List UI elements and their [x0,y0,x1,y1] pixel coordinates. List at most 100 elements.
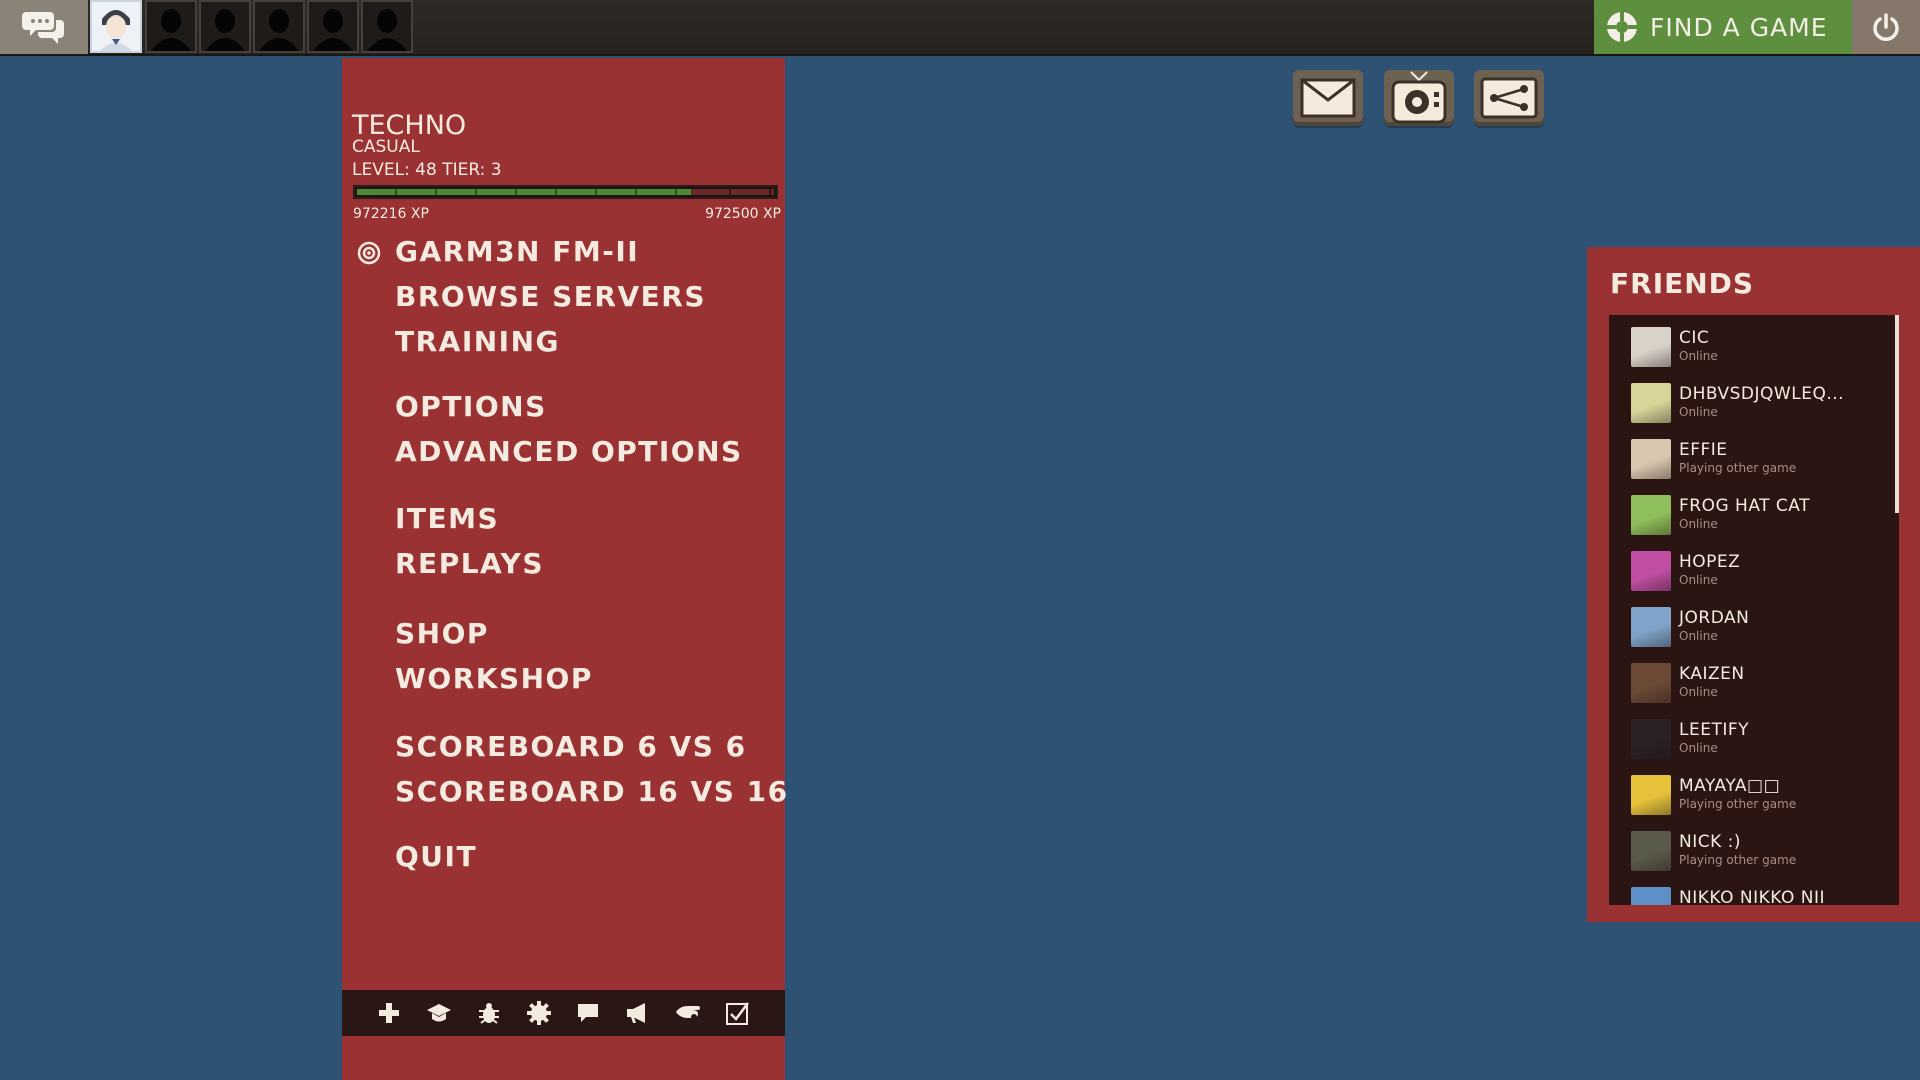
menu-bottom-toolbar [342,990,785,1036]
friend-item[interactable]: LEETIFY Online [1631,719,1881,763]
megaphone-icon[interactable] [623,998,653,1028]
player-level: LEVEL: 48 TIER: 3 [352,160,502,180]
friend-name: KAIZEN [1679,664,1745,684]
friend-avatar [1631,775,1671,815]
friend-item[interactable]: KAIZEN Online [1631,663,1881,707]
friend-avatar [1631,887,1671,905]
friend-status: Online [1679,573,1718,587]
friend-status: Online [1679,405,1718,419]
friend-item[interactable]: EFFIE Playing other game [1631,439,1881,483]
friend-status: Online [1679,517,1718,531]
friend-status: Playing other game [1679,461,1797,475]
network-button[interactable] [1474,70,1544,126]
friend-status: Online [1679,685,1718,699]
silhouette-icon [367,9,407,51]
chat-bubbles-icon [22,12,64,44]
xp-progress-bar [353,185,778,199]
player-mode: CASUAL [352,137,420,157]
power-icon [1873,13,1899,41]
friend-avatar [1631,383,1671,423]
xp-remaining [690,189,774,195]
friend-name: NICK :) [1679,832,1742,852]
friends-scrollbar[interactable] [1895,315,1899,513]
party-slot-empty[interactable] [145,0,197,53]
menu-browse-servers[interactable]: BROWSE SERVERS [395,280,706,313]
friend-item[interactable]: CIC Online [1631,327,1881,371]
network-icon [1480,77,1538,119]
server-target-icon [357,241,381,265]
friend-avatar [1631,327,1671,367]
bug-icon[interactable] [474,998,504,1028]
friend-avatar [1631,607,1671,647]
friend-item[interactable]: NICK :) Playing other game [1631,831,1881,875]
plus-icon[interactable] [374,998,404,1028]
menu-scoreboard-16v16[interactable]: SCOREBOARD 16 VS 16 [395,775,789,808]
menu-shop[interactable]: SHOP [395,617,489,650]
silhouette-icon [259,9,299,51]
tv-button[interactable] [1384,70,1454,126]
friend-avatar [1631,551,1671,591]
friend-name: HOPEZ [1679,552,1741,572]
party-slot-empty[interactable] [361,0,413,53]
hand-icon[interactable] [673,998,703,1028]
find-a-game-label: FIND A GAME [1650,12,1828,42]
menu-workshop[interactable]: WORKSHOP [395,662,593,695]
friend-item[interactable]: HOPEZ Online [1631,551,1881,595]
gear-icon[interactable] [524,998,554,1028]
menu-server[interactable]: GARM3N FM-II [395,235,639,268]
find-a-game-button[interactable]: FIND A GAME [1594,0,1852,54]
friend-name: EFFIE [1679,440,1728,460]
menu-training[interactable]: TRAINING [395,325,560,358]
menu-advanced-options[interactable]: ADVANCED OPTIONS [395,435,743,468]
friend-status: Playing other game [1679,853,1797,867]
party-slot-player[interactable] [90,0,142,53]
friend-status: Online [1679,741,1718,755]
friend-item[interactable]: FROG HAT CAT Online [1631,495,1881,539]
friends-list[interactable]: CIC Online DHBVSDJQWLEQ... Online EFFIE … [1609,315,1899,905]
xp-current: 972216 XP [353,206,429,222]
friend-name: DHBVSDJQWLEQ... [1679,384,1845,404]
friend-status: Online [1679,629,1718,643]
friend-name: FROG HAT CAT [1679,496,1810,516]
silhouette-icon [205,9,245,51]
chat-button[interactable] [0,0,88,54]
checkbox-icon[interactable] [723,998,753,1028]
friends-title: FRIENDS [1610,267,1755,300]
xp-max: 972500 XP [705,206,781,222]
silhouette-icon [313,9,353,51]
friend-item[interactable]: DHBVSDJQWLEQ... Online [1631,383,1881,427]
mail-icon [1300,78,1356,118]
friend-status: Playing other game [1679,797,1797,811]
menu-replays[interactable]: REPLAYS [395,547,544,580]
friend-avatar [1631,495,1671,535]
party-slot-empty[interactable] [307,0,359,53]
friend-avatar [1631,663,1671,703]
xp-progress-fill [357,189,691,195]
friend-item[interactable]: JORDAN Online [1631,607,1881,651]
player-avatar [92,2,140,51]
menu-quit[interactable]: QUIT [395,840,477,873]
friend-name: LEETIFY [1679,720,1750,740]
friend-name: MAYAYA□□ [1679,776,1781,796]
friend-status: Online [1679,349,1718,363]
graduation-cap-icon[interactable] [424,998,454,1028]
find-game-icon [1607,12,1637,42]
menu-scoreboard-6v6[interactable]: SCOREBOARD 6 VS 6 [395,730,747,763]
main-menu-panel: TECHNO CASUAL LEVEL: 48 TIER: 3 972216 X… [342,58,787,1080]
friend-name: JORDAN [1679,608,1750,628]
menu-options[interactable]: OPTIONS [395,390,547,423]
mail-button[interactable] [1293,70,1363,126]
tv-icon [1391,71,1447,124]
friend-name: CIC [1679,328,1710,348]
friend-item[interactable]: MAYAYA□□ Playing other game [1631,775,1881,819]
silhouette-icon [151,9,191,51]
friend-avatar [1631,831,1671,871]
friend-item[interactable]: NIKKO NIKKO NII [1631,887,1881,905]
friend-avatar [1631,719,1671,759]
party-slot-empty[interactable] [199,0,251,53]
power-button[interactable] [1852,0,1920,54]
menu-items[interactable]: ITEMS [395,502,499,535]
party-slot-empty[interactable] [253,0,305,53]
top-bar: FIND A GAME [0,0,1920,56]
comment-icon[interactable] [573,998,603,1028]
